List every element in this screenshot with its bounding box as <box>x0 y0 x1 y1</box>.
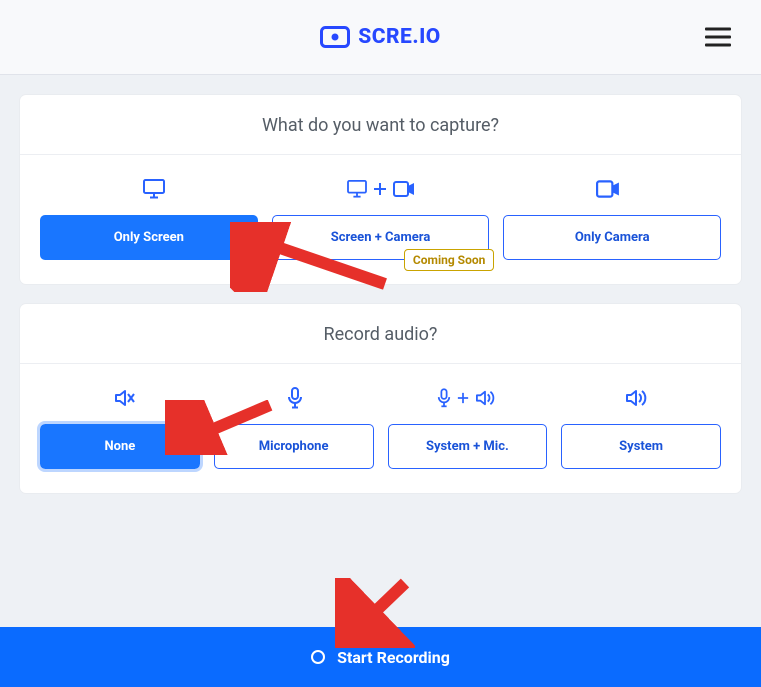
only-camera-label: Only Camera <box>575 230 650 245</box>
microphone-icon <box>210 378 380 418</box>
app-header: SCRE.IO <box>0 0 761 75</box>
monitor-icon <box>40 169 267 209</box>
audio-card: Record audio? None Microphone System + M… <box>20 304 741 493</box>
monitor-plus-camera-icon <box>267 169 494 209</box>
audio-body: None Microphone System + Mic. System <box>20 364 741 493</box>
brand-logo[interactable]: SCRE.IO <box>320 25 441 49</box>
audio-system-button[interactable]: System <box>561 424 721 469</box>
mute-icon <box>40 378 210 418</box>
coming-soon-badge: Coming Soon <box>404 249 494 271</box>
speaker-icon <box>551 378 721 418</box>
audio-system-mic-button[interactable]: System + Mic. <box>388 424 548 469</box>
audio-system-mic-label: System + Mic. <box>426 439 509 454</box>
audio-microphone-button[interactable]: Microphone <box>214 424 374 469</box>
record-icon <box>311 650 325 664</box>
brand-text: SCRE.IO <box>358 25 441 49</box>
audio-icons <box>40 378 721 418</box>
capture-card: What do you want to capture? Only Screen… <box>20 95 741 284</box>
audio-options: None Microphone System + Mic. System <box>40 424 721 469</box>
screen-camera-button[interactable]: Screen + Camera Coming Soon <box>272 215 490 260</box>
capture-body: Only Screen Screen + Camera Coming Soon … <box>20 155 741 284</box>
audio-title: Record audio? <box>20 304 741 364</box>
audio-system-label: System <box>619 439 663 454</box>
capture-title: What do you want to capture? <box>20 95 741 155</box>
microphone-plus-speaker-icon <box>381 378 551 418</box>
capture-icons <box>40 169 721 209</box>
start-recording-button[interactable]: Start Recording <box>0 627 761 687</box>
menu-icon[interactable] <box>705 23 731 52</box>
camera-record-icon <box>320 26 350 48</box>
audio-none-label: None <box>104 439 135 454</box>
only-camera-button[interactable]: Only Camera <box>503 215 721 260</box>
only-screen-label: Only Screen <box>114 230 184 245</box>
screen-camera-label: Screen + Camera <box>331 230 431 245</box>
camera-icon <box>494 169 721 209</box>
only-screen-button[interactable]: Only Screen <box>40 215 258 260</box>
start-recording-label: Start Recording <box>337 648 450 667</box>
capture-options: Only Screen Screen + Camera Coming Soon … <box>40 215 721 260</box>
audio-microphone-label: Microphone <box>259 439 329 454</box>
audio-none-button[interactable]: None <box>40 424 200 469</box>
